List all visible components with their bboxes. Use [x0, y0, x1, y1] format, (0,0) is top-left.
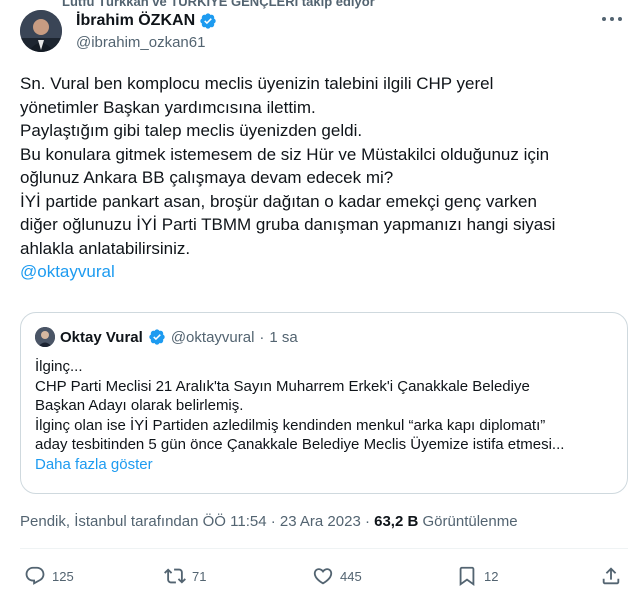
- like-button[interactable]: 445: [312, 565, 362, 587]
- tweet-text: Sn. Vural ben komplocu meclis üyenizin t…: [20, 72, 625, 284]
- quoted-author-name[interactable]: Oktay Vural: [60, 329, 143, 346]
- author-name[interactable]: İbrahim ÖZKAN: [76, 12, 195, 30]
- quoted-tweet-text: İlginç... CHP Parti Meclisi 21 Aralık'ta…: [35, 357, 621, 474]
- quoted-line: İlginç olan ise İYİ Partiden azledilmiş …: [35, 416, 546, 434]
- like-count: 445: [340, 568, 362, 584]
- verified-badge-icon: [149, 329, 165, 345]
- quoted-tweet[interactable]: Oktay Vural @oktayvural · 1 sa İlginç...…: [20, 312, 628, 494]
- quoted-separator: ·: [259, 328, 265, 346]
- show-more-link[interactable]: Daha fazla göster: [35, 456, 153, 473]
- bookmark-count: 12: [484, 568, 499, 584]
- quoted-timestamp[interactable]: 1 sa: [269, 329, 297, 346]
- repost-button[interactable]: 71: [164, 565, 206, 587]
- tweet-line: oğlunuz Ankara BB çalışmaya devam edecek…: [20, 168, 394, 187]
- author-avatar[interactable]: [20, 10, 62, 52]
- share-button[interactable]: [600, 565, 622, 587]
- tweet-source-and-time[interactable]: Pendik, İstanbul tarafından ÖÖ 11:54 · 2…: [20, 513, 370, 530]
- views-label: Görüntülenme: [422, 513, 518, 530]
- author-handle[interactable]: @ibrahim_ozkan61: [76, 34, 217, 51]
- tweet-meta: Pendik, İstanbul tarafından ÖÖ 11:54 · 2…: [20, 513, 518, 530]
- reply-icon: [25, 566, 45, 585]
- author-block: İbrahim ÖZKAN @ibrahim_ozkan61: [76, 12, 217, 51]
- quoted-tweet-header: Oktay Vural @oktayvural · 1 sa: [35, 327, 298, 347]
- author-avatar-image: [20, 10, 62, 52]
- bookmark-icon: [459, 566, 475, 587]
- quoted-line: aday tesbitinden 5 gün önce Çanakkale Be…: [35, 436, 565, 453]
- quoted-line: CHP Parti Meclisi 21 Aralık'ta Sayın Muh…: [35, 377, 530, 395]
- tweet-line: yönetimler Başkan yardımcısına ilettim.: [20, 97, 316, 117]
- heart-icon: [313, 568, 333, 585]
- quoted-author-avatar[interactable]: [35, 327, 55, 347]
- repost-count: 71: [192, 568, 207, 584]
- reply-count: 125: [52, 568, 74, 584]
- quoted-avatar-image: [35, 327, 55, 347]
- tweet-line: Sn. Vural ben komplocu meclis üyenizin t…: [20, 74, 494, 93]
- social-context: Lütfü Türkkan ve TÜRKİYE GENÇLERİ takip …: [62, 0, 375, 9]
- quoted-line: Başkan Adayı olarak belirlemiş.: [35, 397, 244, 414]
- mention-link[interactable]: @oktayvural: [20, 262, 115, 281]
- reply-button[interactable]: 125: [24, 565, 74, 587]
- tweet-line: Bu konulara gitmek istemesem de siz Hür …: [20, 144, 550, 164]
- tweet-line: ahlakla anlatabilirsiniz.: [20, 238, 191, 258]
- views-count: 63,2 B: [374, 513, 419, 530]
- bookmark-button[interactable]: 12: [456, 565, 498, 587]
- tweet-line: İYİ partide pankart asan, broşür dağıtan…: [20, 191, 537, 211]
- quoted-line: İlginç...: [35, 358, 83, 375]
- divider: [20, 548, 628, 549]
- more-options-icon[interactable]: [602, 16, 622, 22]
- tweet-line: diğer oğlunuzu İYİ Parti TBMM gruba danı…: [20, 215, 556, 234]
- tweet-line: Paylaştığım gibi talep meclis üyenizden …: [20, 121, 363, 140]
- repost-icon: [164, 568, 186, 584]
- verified-badge-icon: [200, 13, 216, 29]
- quoted-author-handle[interactable]: @oktayvural: [171, 329, 255, 346]
- share-icon: [602, 567, 620, 585]
